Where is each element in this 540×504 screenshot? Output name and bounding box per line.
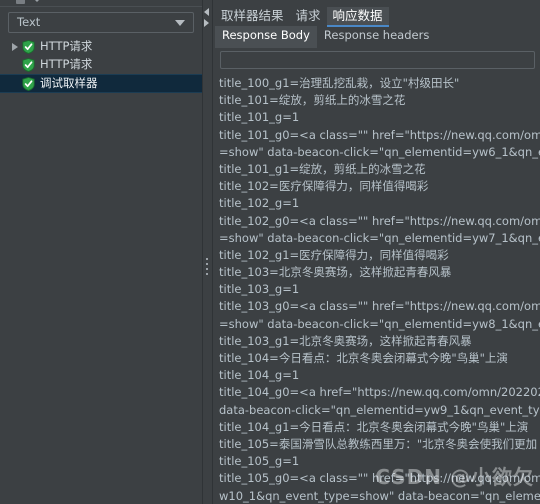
response-body-line: title_105_g0=<a class="" href="https://n… (219, 471, 540, 486)
response-body-line: title_104_g0=<a href="https://new.qq.com… (219, 385, 540, 400)
jmeter-window: Text HTTP请求 HTTP请求 调试取样器 取样器结果 请求 响应数据 R… (0, 0, 540, 504)
tree-item-http-request-2[interactable]: HTTP请求 (0, 56, 202, 74)
green-shield-icon (22, 76, 35, 91)
response-body-text[interactable]: title_100_g1=治理乱挖乱栽，设立"村级田长" title_101=绽放… (213, 73, 540, 504)
tree-item-label: HTTP请求 (40, 57, 93, 72)
response-body-line: title_103_g1=北京冬奥赛场，这样掀起青春风暴 (219, 333, 472, 348)
tab-response-data[interactable]: 响应数据 (326, 6, 389, 27)
sub-tab-bar: Response Body Response headers (213, 26, 540, 48)
tab-response-headers[interactable]: Response headers (317, 26, 436, 48)
response-body-line: title_103=北京冬奥赛场，这样掀起青春风暴 (219, 265, 452, 280)
response-body-line: title_101_g0=<a class="" href="https://n… (219, 127, 540, 142)
type-selector[interactable]: Text (8, 12, 194, 33)
response-body-line: title_104_g1=今日看点：北京冬奥会闭幕式今晚"鸟巢"上演 (219, 419, 529, 434)
chevron-down-icon[interactable] (33, 0, 41, 2)
response-body-line: title_104_g=1 (219, 368, 300, 383)
response-body-line: title_100_g1=治理乱挖乱栽，设立"村级田长" (219, 76, 460, 90)
search-box[interactable] (220, 51, 535, 69)
filter-wrap (213, 48, 540, 73)
toolbar-icons (16, 0, 41, 4)
panel-splitter[interactable] (203, 0, 213, 504)
tab-response-body[interactable]: Response Body (215, 26, 317, 48)
type-selector-value: Text (17, 14, 41, 29)
green-shield-icon (22, 40, 35, 54)
response-body-line: title_104=今日看点：北京冬奥会闭幕式今晚"鸟巢"上演 (219, 351, 508, 365)
drag-grip-icon[interactable] (206, 258, 208, 275)
tab-request[interactable]: 请求 (290, 7, 327, 27)
response-body-line: title_105=泰国滑雪队总教练西里万："北京冬奥会使我们更加 (219, 436, 538, 451)
response-body-line: title_103_g=1 (219, 282, 300, 297)
tree-item-http-request-1[interactable]: HTTP请求 (0, 38, 202, 56)
green-shield-icon (22, 58, 35, 72)
tree-item-debug-sampler[interactable]: 调试取样器 (0, 74, 202, 93)
response-body-line: w10_1&qn_event_type=show" data-beacon="q… (219, 488, 540, 503)
expand-triangle-icon[interactable] (8, 43, 22, 51)
test-plan-tree[interactable]: HTTP请求 HTTP请求 调试取样器 (0, 38, 202, 504)
response-body-line: data-beacon-click="qn_elementid=yw9_1&qn… (219, 402, 540, 417)
response-body-line: title_102_g1=医疗保障得力，同样值得喝彩 (219, 247, 449, 262)
splitter-collapse-controls (204, 8, 209, 27)
response-panel: 取样器结果 请求 响应数据 Response Body Response hea… (213, 0, 540, 504)
response-body-line: title_101_g1=绽放，剪纸上的冰雪之花 (219, 161, 426, 176)
chevron-down-icon[interactable] (175, 19, 185, 26)
triangle-left-icon[interactable] (204, 8, 209, 16)
response-body-line: =show" data-beacon-click="qn_elementid=y… (219, 144, 540, 159)
response-body-line: title_103_g0=<a class="" href="https://n… (219, 299, 540, 314)
toolbar-strip (0, 0, 202, 7)
search-input[interactable] (221, 52, 534, 68)
main-tab-bar: 取样器结果 请求 响应数据 (213, 0, 540, 27)
response-body-line: title_102_g0=<a class="" href="https://n… (219, 213, 540, 228)
response-body-line: title_101=绽放，剪纸上的冰雪之花 (219, 93, 406, 108)
response-body-line: title_105_g=1 (219, 454, 300, 469)
tree-item-label: HTTP请求 (40, 39, 93, 54)
toolbar-icon[interactable] (16, 0, 25, 4)
triangle-right-icon[interactable] (204, 19, 209, 27)
response-body-line: title_101_g=1 (219, 110, 300, 125)
left-tree-panel: Text HTTP请求 HTTP请求 调试取样器 (0, 0, 203, 504)
response-body-line: =show" data-beacon-click="qn_elementid=y… (219, 316, 540, 331)
tree-item-label: 调试取样器 (40, 75, 98, 90)
response-body-line: title_102=医疗保障得力，同样值得喝彩 (219, 179, 429, 194)
type-selector-wrap: Text (0, 7, 202, 33)
tab-sampler-result[interactable]: 取样器结果 (215, 7, 290, 27)
response-body-line: =show" data-beacon-click="qn_elementid=y… (219, 230, 540, 245)
response-body-line: title_102_g=1 (219, 196, 300, 211)
